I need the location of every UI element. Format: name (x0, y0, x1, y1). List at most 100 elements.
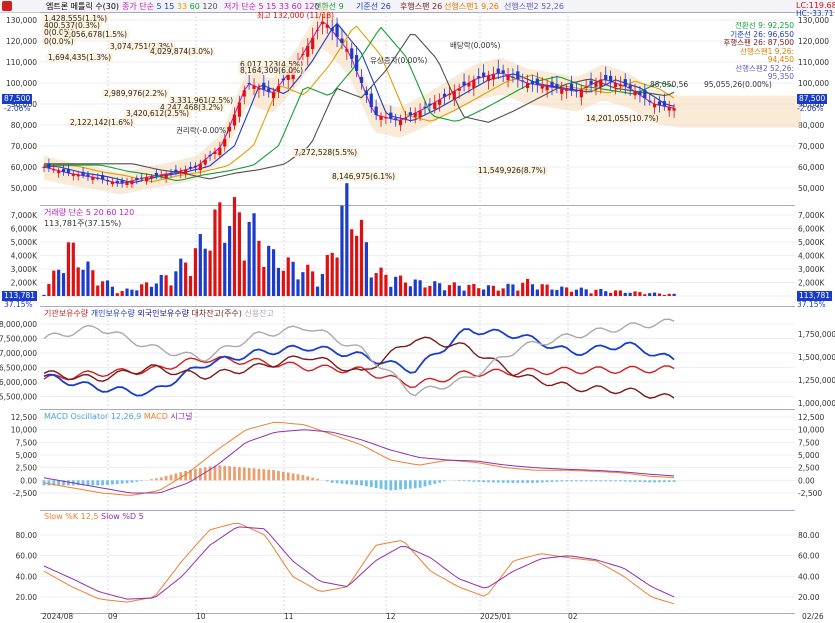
macd-osc-bar (389, 480, 393, 491)
volume-bar (569, 291, 574, 296)
candle-body (198, 163, 202, 171)
volume-bar (491, 285, 495, 296)
macd-osc-bar (379, 480, 383, 489)
candle-body (438, 99, 442, 105)
volume-bar (506, 283, 510, 296)
candle-body (403, 117, 408, 120)
volume-bar (398, 275, 403, 296)
volume-bar (286, 257, 290, 296)
volume-bar (164, 275, 168, 296)
candle-body (574, 90, 579, 92)
stoch-legend: Slow %K 12,5 Slow %D 5 (44, 512, 144, 521)
institution-holdings-line (43, 355, 675, 389)
candle-body (618, 84, 622, 87)
macd-osc-bar (491, 480, 495, 483)
candle-body (345, 49, 349, 52)
volume-bar (208, 250, 212, 296)
vp-label-5: 2,056,678(1.5%) (62, 30, 130, 39)
macd-osc-bar (277, 470, 280, 481)
x-label-7: 02/26 (802, 612, 824, 621)
price-yaxis-tick-right-1: 120,000 (798, 37, 829, 46)
candle-body (262, 82, 266, 90)
volume-bar (457, 285, 461, 296)
volume-bar (418, 280, 422, 296)
volume-bar (96, 285, 100, 296)
holdings-legend-2: 개인보유수량 (90, 309, 135, 318)
volume-bar (438, 283, 442, 296)
ichimoku-right-legend: 전환선 9: 92,250 기준선 26: 96,650 후행스팬 26: 87… (712, 21, 794, 82)
candle-body (467, 82, 471, 87)
candle-body (320, 21, 325, 25)
candle-body (565, 89, 569, 91)
macd-osc-bar (330, 480, 334, 483)
macd-osc-bar (125, 480, 129, 484)
macd-yaxis-tick-left-6: -2,500 (13, 489, 37, 498)
macd-osc-bar (457, 480, 461, 481)
macd-osc-bar (501, 480, 505, 483)
volume-bar (267, 245, 271, 296)
volume-bar (394, 276, 398, 296)
volume-bar (482, 289, 486, 296)
macd-osc-bar (643, 480, 647, 483)
volume-bar (374, 273, 378, 296)
volume-yaxis-tick-left-5: 2,000K (11, 279, 38, 288)
candle-body (140, 177, 144, 179)
volume-bar (228, 225, 232, 296)
holdings-tick-left-3: 16,500,000 (0, 364, 37, 373)
macd-osc-bar (648, 480, 652, 483)
candle-body (525, 83, 530, 89)
price-yaxis-tick-left-6: 70,000 (11, 142, 37, 151)
macd-osc-bar (306, 476, 310, 481)
holdings-tick-left-1: 17,500,000 (0, 335, 37, 344)
macd-osc-bar (291, 473, 295, 481)
candle-body (379, 116, 383, 120)
candle-body (281, 78, 285, 81)
volume-bar (364, 242, 368, 296)
volume-bar (613, 290, 618, 296)
volume-bar (203, 248, 207, 296)
macd-yaxis-tick-right-2: 7,500 (798, 438, 820, 447)
volume-bar (193, 248, 198, 296)
volume-bar (213, 209, 217, 296)
volume-bar (428, 285, 432, 296)
macd-osc-bar (135, 480, 139, 482)
macd-osc-bar (404, 480, 407, 490)
macd-osc-bar (472, 480, 476, 482)
candle-body (301, 53, 305, 55)
volume-bar (115, 293, 119, 296)
volume-bar (389, 286, 393, 296)
volume-bar (110, 286, 114, 296)
volume-bar (81, 269, 85, 296)
stoch-yaxis-tick-right-0: 80.00 (798, 531, 820, 540)
holdings-legend-4: 대차잔고(주수) (191, 309, 242, 318)
candle-body (462, 81, 466, 86)
macd-osc-bar (340, 480, 344, 484)
volume-bar (535, 289, 539, 296)
macd-osc-bar (374, 480, 378, 488)
holdings-tick-left-4: 16,000,000 (0, 378, 37, 387)
candle-body (408, 112, 412, 116)
candle-body (223, 138, 227, 147)
macd-osc-bar (584, 480, 588, 482)
volume-bar (662, 294, 666, 296)
macd-osc-bar (487, 480, 490, 483)
candle-body (506, 75, 510, 81)
volume-bar (223, 242, 227, 296)
vp-label-7: 4,029,874(3.0%) (148, 47, 216, 56)
event-rights-issue: 유상증자(0.00%) (370, 56, 428, 65)
volume-bar (174, 271, 178, 296)
macd-osc-bar (198, 468, 202, 481)
macd-osc-bar (325, 480, 329, 482)
volume-bar (42, 294, 46, 296)
macd-osc-bar (364, 480, 368, 487)
macd-osc-bar (506, 480, 510, 483)
candle-body (325, 24, 329, 28)
ichimoku-value-4: 선행스팬1 9,26: 94,450 (740, 46, 794, 64)
candle-body (491, 74, 495, 80)
volume-bar (159, 274, 163, 296)
volume-bar (262, 266, 266, 296)
volume-bar (276, 267, 281, 296)
volume-bar (218, 202, 222, 296)
price-yaxis-tick-right-6: 70,000 (798, 142, 824, 151)
event-rights-ex: 권리락(-0.00%) (176, 126, 230, 135)
